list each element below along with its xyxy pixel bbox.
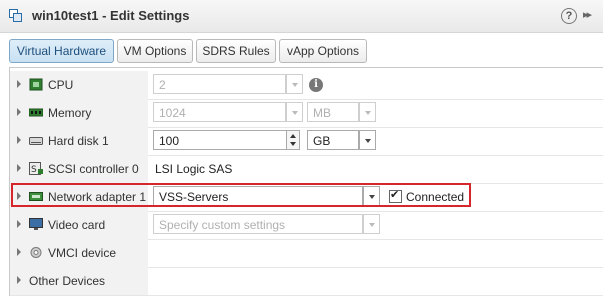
device-label-cell[interactable]: VMCI device [10, 239, 148, 267]
chevron-down-icon [365, 111, 371, 115]
expand-icon[interactable]: ▸▸ [583, 8, 592, 21]
memory-size-value: 1024 [159, 106, 186, 120]
title-bar: win10test1 - Edit Settings ? ▸▸ [0, 0, 603, 33]
network-adapter-icon [29, 192, 43, 201]
tab-virtual-hardware[interactable]: Virtual Hardware [9, 39, 114, 63]
tab-vapp-options[interactable]: vApp Options [279, 39, 367, 63]
expand-chevron-icon[interactable] [17, 248, 21, 256]
device-row-cpu: CPU 2 i [10, 71, 603, 100]
expand-chevron-icon[interactable] [17, 80, 21, 88]
scsi-controller-type: LSI Logic SAS [155, 162, 233, 176]
video-card-select[interactable]: Specify custom settings [153, 214, 363, 234]
memory-unit-dropdown-button[interactable] [359, 102, 376, 122]
hard-disk-icon [29, 137, 43, 145]
hard-disk-size-stepper[interactable] [286, 130, 300, 150]
dialog-title: win10test1 - Edit Settings [32, 8, 190, 23]
info-icon[interactable]: i [309, 78, 323, 92]
expand-chevron-icon[interactable] [17, 192, 21, 200]
device-label-cell[interactable]: Video card [10, 211, 148, 239]
device-label: Network adapter 1 [48, 190, 147, 204]
device-label: VMCI device [48, 246, 117, 260]
device-label-cell[interactable]: Memory [10, 99, 148, 127]
help-icon[interactable]: ? [561, 8, 577, 24]
device-row-network-adapter: Network adapter 1 VSS-Servers ✔ Connecte… [10, 183, 603, 212]
device-row-scsi: S SCSI controller 0 LSI Logic SAS [10, 155, 603, 184]
scsi-icon: S [29, 162, 43, 175]
expand-chevron-icon[interactable] [17, 136, 21, 144]
network-dropdown-button[interactable] [363, 186, 380, 206]
memory-unit-value: MB [313, 106, 331, 120]
hard-disk-unit-value: GB [313, 134, 331, 148]
device-row-other: Other Devices [10, 267, 603, 296]
network-select-value: VSS-Servers [159, 190, 229, 204]
connected-label[interactable]: Connected [406, 190, 464, 204]
device-label-cell[interactable]: Other Devices [10, 267, 148, 295]
memory-icon [29, 108, 43, 117]
device-label-cell[interactable]: Hard disk 1 [10, 127, 148, 155]
chevron-down-icon [292, 83, 298, 87]
chevron-down-icon [292, 111, 298, 115]
hard-disk-unit-dropdown-button[interactable] [359, 130, 376, 150]
network-select[interactable]: VSS-Servers [153, 186, 363, 206]
cpu-dropdown-button[interactable] [286, 74, 303, 94]
video-card-dropdown-button[interactable] [363, 214, 380, 234]
checkmark-icon: ✔ [390, 189, 400, 201]
device-label: Memory [48, 106, 92, 120]
memory-size-field[interactable]: 1024 [153, 102, 286, 122]
cpu-icon [29, 78, 43, 91]
video-card-placeholder: Specify custom settings [159, 218, 286, 232]
monitor-icon [29, 218, 43, 230]
cpu-count-select[interactable]: 2 [153, 74, 286, 94]
increment-icon[interactable] [290, 134, 296, 138]
chevron-down-icon [369, 195, 375, 199]
device-label: CPU [48, 78, 74, 92]
expand-chevron-icon[interactable] [17, 164, 21, 172]
hardware-list: CPU 2 i Memory 1024 MB Hard disk 1 100 G… [9, 67, 603, 296]
hard-disk-unit-select[interactable]: GB [307, 130, 359, 150]
memory-dropdown-button[interactable] [286, 102, 303, 122]
chevron-down-icon [369, 223, 375, 227]
hard-disk-size-input[interactable]: 100 [153, 130, 287, 150]
vm-icon [9, 9, 22, 22]
device-label-cell[interactable]: Network adapter 1 [10, 183, 148, 211]
connected-checkbox[interactable]: ✔ [389, 189, 402, 203]
tab-vm-options[interactable]: VM Options [117, 39, 193, 63]
device-label: Video card [48, 218, 106, 232]
gear-icon [30, 247, 42, 258]
device-label-cell[interactable]: CPU [10, 71, 148, 99]
decrement-icon[interactable] [290, 142, 296, 146]
device-row-video-card: Video card Specify custom settings [10, 211, 603, 240]
edit-settings-dialog: win10test1 - Edit Settings ? ▸▸ Virtual … [0, 0, 603, 296]
svg-text:S: S [31, 165, 37, 175]
memory-unit-select[interactable]: MB [307, 102, 359, 122]
tab-sdrs-rules[interactable]: SDRS Rules [196, 39, 276, 63]
expand-chevron-icon[interactable] [17, 276, 21, 284]
device-label: Other Devices [29, 274, 106, 288]
expand-chevron-icon[interactable] [17, 220, 21, 228]
expand-chevron-icon[interactable] [17, 108, 21, 116]
hard-disk-size-value: 100 [159, 134, 180, 148]
device-row-memory: Memory 1024 MB [10, 99, 603, 128]
device-row-vmci: VMCI device [10, 239, 603, 268]
device-label: SCSI controller 0 [48, 162, 139, 176]
device-label-cell[interactable]: S SCSI controller 0 [10, 155, 148, 183]
cpu-count-value: 2 [159, 78, 166, 92]
device-row-hard-disk: Hard disk 1 100 GB [10, 127, 603, 156]
chevron-down-icon [365, 139, 371, 143]
device-label: Hard disk 1 [48, 134, 109, 148]
